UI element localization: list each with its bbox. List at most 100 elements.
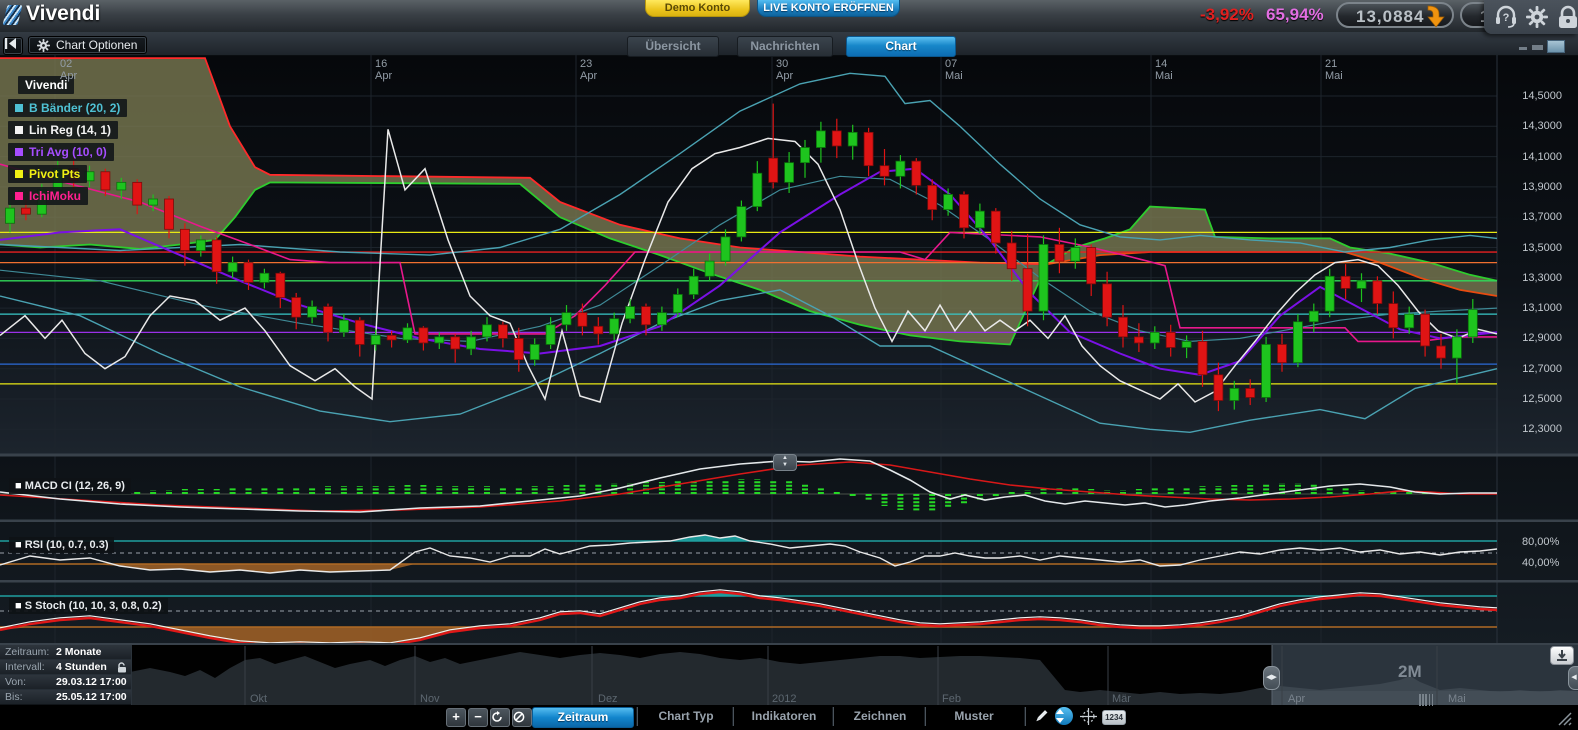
navigator-left-handle[interactable]: ◀▶	[1263, 666, 1280, 690]
bottom-tab-zeichnen[interactable]: Zeichnen	[836, 707, 924, 726]
draw-pencil-icon[interactable]	[1033, 708, 1050, 725]
collapse-panel-button[interactable]	[3, 37, 23, 55]
chart-size-small-icon[interactable]	[1519, 47, 1527, 50]
legend-item-2[interactable]: Tri Avg (10, 0)	[8, 143, 114, 161]
refresh-button[interactable]	[490, 708, 510, 727]
info-row-intervall: Intervall:4 Stunden	[0, 660, 131, 675]
toolbar-divider	[732, 707, 733, 726]
x-axis-tick: 21 Mai	[1325, 58, 1343, 82]
grip-line	[1422, 694, 1424, 706]
rsi-lower-threshold-label: 40,00%	[1522, 557, 1559, 569]
x-axis-tick: 23 Apr	[580, 58, 597, 82]
open-live-account-button[interactable]: LIVE KONTO ERÖFFNEN	[757, 0, 900, 17]
demo-account-button[interactable]: Demo Konto	[645, 0, 750, 17]
rsi-panel	[0, 535, 1497, 573]
pane-resize-handle[interactable]: ▲▼	[773, 454, 797, 471]
clear-button[interactable]	[512, 708, 532, 727]
legend-item-4[interactable]: IchiMoku	[8, 187, 88, 205]
chart-options-label: Chart Optionen	[56, 36, 137, 54]
y-axis-tick: 12,5000	[1502, 393, 1562, 405]
zoom-out-button[interactable]: −	[468, 708, 488, 727]
range-info-panel: Zeitraum:2 Monate Intervall:4 Stunden Vo…	[0, 645, 132, 705]
macd-panel-label[interactable]: ■ MACD CI (12, 26, 9)	[9, 478, 131, 494]
tab-chart[interactable]: Chart	[846, 36, 956, 57]
rsi-panel-label[interactable]: ■ RSI (10, 0.7, 0.3)	[9, 537, 114, 553]
y-axis-tick: 12,9000	[1502, 332, 1562, 344]
settings-flyout: ?	[1484, 0, 1578, 34]
x-axis-tick: 02 Apr	[60, 58, 77, 82]
y-axis-tick: 14,3000	[1502, 120, 1562, 132]
info-row-von: Von:29.03.12 17:00	[0, 675, 131, 690]
legend-item-1[interactable]: Lin Reg (14, 1)	[8, 121, 118, 139]
svg-text:?: ?	[1503, 12, 1510, 24]
sell-price: 13,0884	[1356, 7, 1424, 26]
navigator-month-Mär: Mär	[1112, 693, 1131, 705]
y-axis-tick: 14,1000	[1502, 151, 1562, 163]
rsi-upper-threshold-label: 80,00%	[1522, 536, 1559, 548]
zoom-in-button[interactable]: +	[446, 708, 466, 727]
lock-icon[interactable]	[1556, 5, 1578, 29]
legend-swatch	[15, 104, 23, 112]
y-axis-tick: 12,3000	[1502, 423, 1562, 435]
bottom-tab-chart-typ[interactable]: Chart Typ	[640, 707, 732, 726]
legend-swatch	[15, 192, 23, 200]
chart-options-button[interactable]: Chart Optionen	[28, 36, 147, 54]
price-down-arrow-icon	[1424, 4, 1446, 28]
navigator-month-2012: 2012	[772, 693, 796, 705]
toolbar-divider	[1024, 707, 1025, 726]
chart-size-large-icon[interactable]	[1547, 40, 1565, 53]
navigator-right-handle[interactable]: ◀	[1568, 666, 1578, 690]
tab-nachrichten[interactable]: Nachrichten	[737, 36, 833, 57]
tab-uebersicht[interactable]: Übersicht	[627, 36, 719, 57]
navigator-month-Nov: Nov	[420, 693, 440, 705]
gear-icon	[37, 39, 50, 52]
navigator-month-Mai: Mai	[1448, 693, 1466, 705]
grip-line	[1432, 694, 1434, 706]
navigator-month-Feb: Feb	[942, 693, 961, 705]
toolbar-divider	[832, 707, 833, 726]
legend-item-3[interactable]: Pivot Pts	[8, 165, 87, 183]
window-resize-grip[interactable]	[1556, 710, 1572, 726]
navigator-month-Dez: Dez	[598, 693, 618, 705]
y-axis-tick: 13,5000	[1502, 242, 1562, 254]
margin-percent: 65,94%	[1266, 5, 1324, 25]
interval-unlock-icon[interactable]	[117, 662, 127, 673]
bottom-tab-zeitraum[interactable]: Zeitraum	[532, 707, 634, 728]
settings-gear-icon[interactable]	[1525, 5, 1549, 29]
grip-line	[1429, 694, 1431, 706]
ichimoku-cloud	[0, 58, 1497, 344]
navigator-collapse-button[interactable]	[1550, 646, 1574, 665]
navigator-month-Apr: Apr	[1288, 693, 1305, 705]
stoch-panel	[0, 590, 1497, 645]
sort-updown-icon[interactable]	[1055, 707, 1073, 725]
bottom-tab-indikatoren[interactable]: Indikatoren	[736, 707, 832, 726]
info-row-bis: Bis:25.05.12 17:00	[0, 690, 131, 704]
y-axis-tick: 13,9000	[1502, 181, 1562, 193]
price-chart-canvas[interactable]	[0, 0, 1578, 730]
x-axis-tick: 16 Apr	[375, 58, 392, 82]
y-axis-tick: 13,7000	[1502, 211, 1562, 223]
change-percent: -3,92%	[1200, 5, 1254, 25]
chart-size-medium-icon[interactable]	[1532, 45, 1543, 50]
price-labels-toggle-icon[interactable]: 1234	[1102, 710, 1126, 725]
crosshair-icon[interactable]	[1080, 708, 1097, 725]
navigator-month-Okt: Okt	[250, 693, 267, 705]
x-axis-tick: 30 Apr	[776, 58, 793, 82]
sell-price-button[interactable]: 13,0884	[1336, 2, 1454, 28]
stoch-panel-label[interactable]: ■ S Stoch (10, 10, 3, 0.8, 0.2)	[9, 598, 168, 614]
y-axis-tick: 13,3000	[1502, 272, 1562, 284]
grip-line	[1419, 694, 1421, 706]
legend-swatch	[15, 148, 23, 156]
x-axis-tick: 07 Mai	[945, 58, 963, 82]
macd-panel	[0, 459, 1497, 512]
y-axis-tick: 13,1000	[1502, 302, 1562, 314]
legend-item-0[interactable]: B Bänder (20, 2)	[8, 99, 127, 117]
support-headset-icon[interactable]: ?	[1494, 5, 1518, 29]
y-axis-tick: 12,7000	[1502, 363, 1562, 375]
navigator[interactable]	[130, 645, 1578, 705]
toolbar-divider	[636, 707, 637, 726]
y-axis-tick: 14,5000	[1502, 90, 1562, 102]
navigator-selection-label: 2M	[1398, 662, 1422, 682]
info-row-zeitraum: Zeitraum:2 Monate	[0, 645, 131, 660]
bottom-tab-muster[interactable]: Muster	[928, 707, 1020, 726]
